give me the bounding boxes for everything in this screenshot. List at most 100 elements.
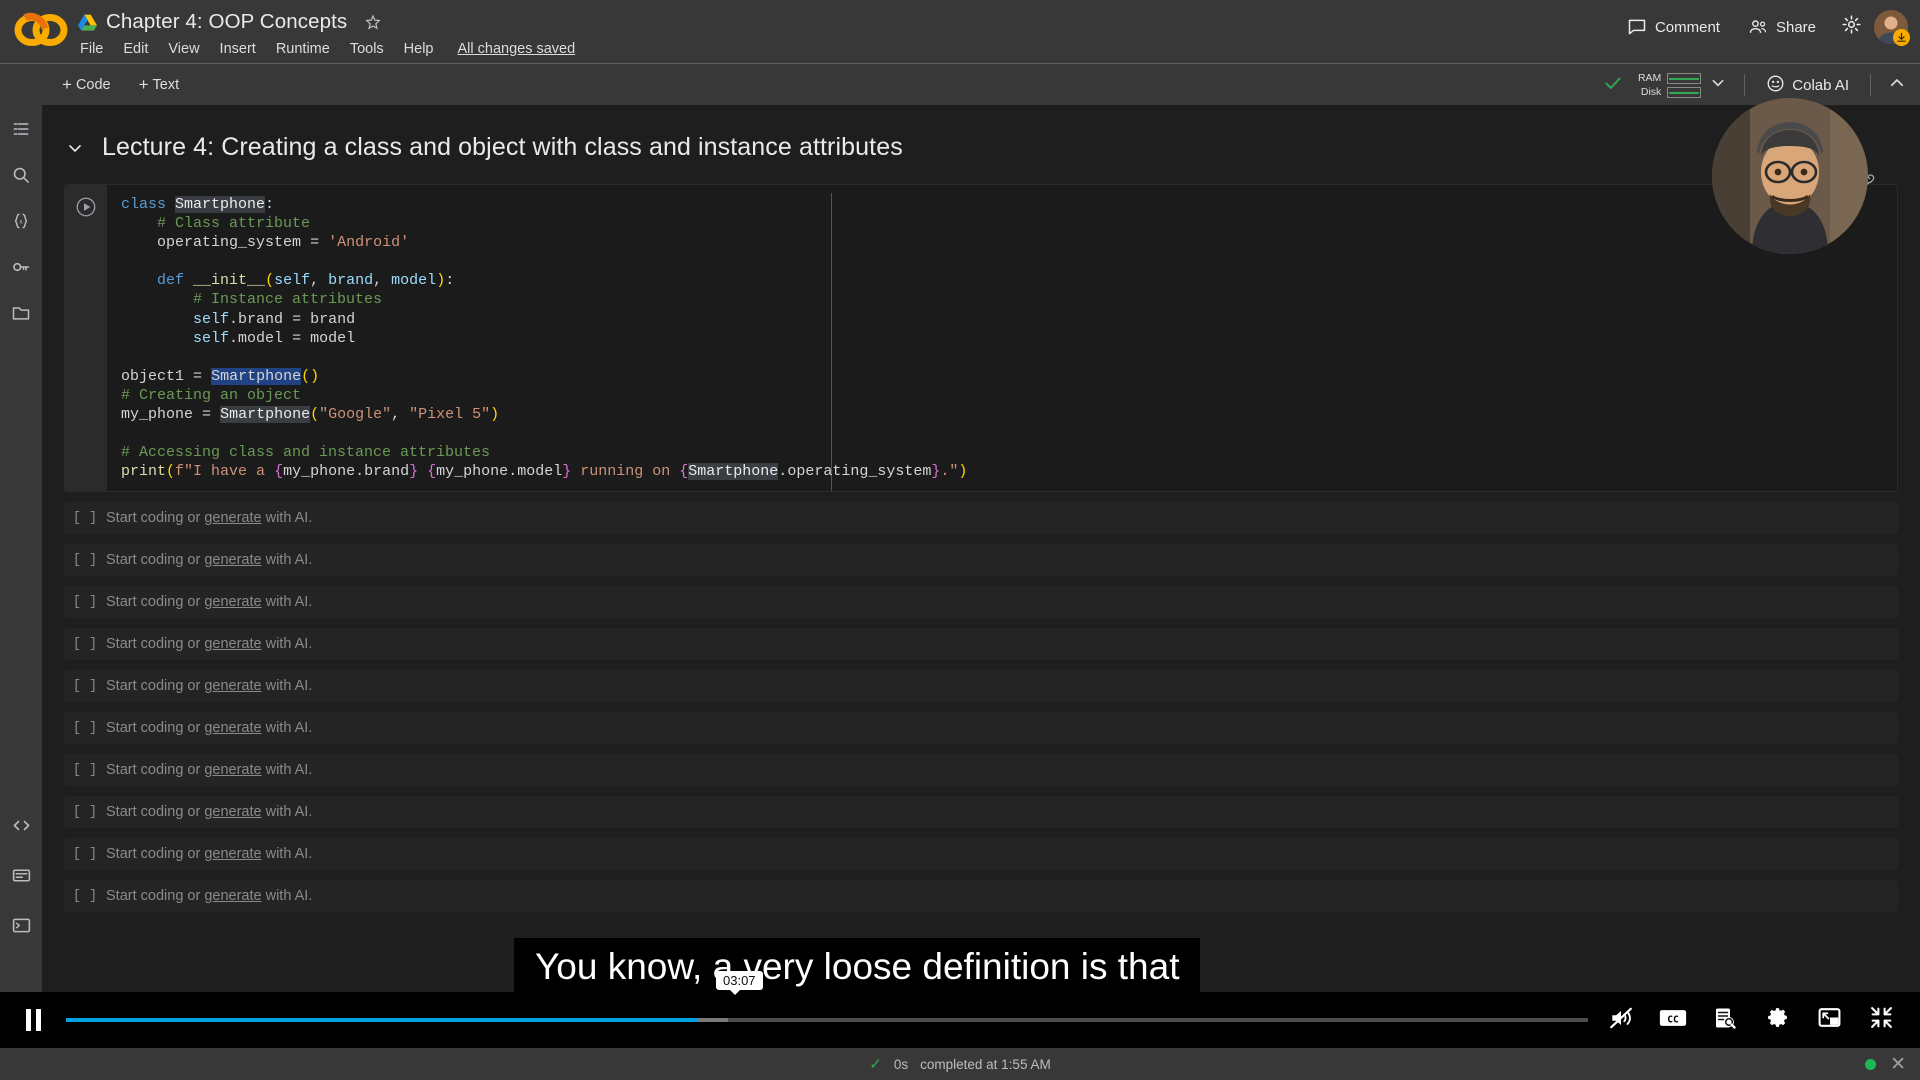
- add-code-cell-button[interactable]: + Code: [52, 72, 121, 97]
- resource-meters[interactable]: RAM Disk: [1635, 72, 1702, 98]
- empty-code-cell[interactable]: [ ] Start coding or generate with AI.: [64, 544, 1898, 576]
- menu-tools[interactable]: Tools: [340, 38, 394, 60]
- divider: [1744, 74, 1746, 96]
- code-editor[interactable]: class Smartphone: # Class attribute oper…: [107, 195, 1897, 491]
- divider: [1870, 74, 1871, 96]
- gear-icon: [1765, 1005, 1790, 1035]
- empty-code-cell[interactable]: [ ] Start coding or generate with AI.: [64, 754, 1898, 786]
- generate-with-ai-link[interactable]: generate: [204, 804, 261, 820]
- sidebar-item-command-palette[interactable]: [9, 866, 33, 890]
- code-snippets-icon: [11, 815, 32, 841]
- sidebar-item-variables[interactable]: x: [9, 211, 33, 235]
- sidebar-item-toc[interactable]: [9, 119, 33, 143]
- pause-button[interactable]: [0, 992, 66, 1048]
- sidebar-item-secrets[interactable]: [9, 257, 33, 281]
- generate-with-ai-link[interactable]: generate: [204, 762, 261, 778]
- mute-volume-off-icon: [1608, 1005, 1634, 1036]
- document-title-row: Chapter 4: OOP Concepts: [78, 6, 382, 38]
- svg-text:x: x: [19, 219, 23, 225]
- empty-code-cell[interactable]: [ ] Start coding or generate with AI.: [64, 838, 1898, 870]
- table-of-contents-icon: [11, 119, 31, 144]
- menu-view[interactable]: View: [158, 38, 209, 60]
- title-bar: Chapter 4: OOP Concepts File Edit View I…: [0, 0, 1920, 63]
- menu-insert[interactable]: Insert: [210, 38, 266, 60]
- collapse-toolbar-button[interactable]: [1882, 70, 1912, 100]
- empty-code-cell[interactable]: [ ] Start coding or generate with AI.: [64, 796, 1898, 828]
- add-code-label: Code: [75, 76, 111, 93]
- menu-runtime[interactable]: Runtime: [266, 38, 340, 60]
- mute-toggle-button[interactable]: [1606, 1005, 1636, 1035]
- seek-bar[interactable]: 03:07: [66, 971, 1606, 1048]
- add-text-cell-button[interactable]: + Text: [129, 72, 190, 97]
- code-cell[interactable]: class Smartphone: # Class attribute oper…: [64, 174, 1898, 492]
- empty-cell-placeholder: Start coding or generate with AI.: [106, 804, 312, 820]
- empty-code-cell[interactable]: [ ] Start coding or generate with AI.: [64, 586, 1898, 618]
- disk-meter: Disk: [1635, 86, 1702, 98]
- menu-help[interactable]: Help: [394, 38, 444, 60]
- menu-edit[interactable]: Edit: [113, 38, 158, 60]
- share-people-icon: [1748, 17, 1768, 37]
- save-status[interactable]: All changes saved: [458, 41, 576, 57]
- close-x-icon[interactable]: ✕: [1890, 1053, 1906, 1076]
- page-title[interactable]: Chapter 4: OOP Concepts: [106, 10, 347, 34]
- progress-track[interactable]: [66, 1018, 1588, 1022]
- empty-cell-placeholder: Start coding or generate with AI.: [106, 510, 312, 526]
- generate-with-ai-link[interactable]: generate: [204, 846, 261, 862]
- generate-with-ai-link[interactable]: generate: [204, 678, 261, 694]
- picture-in-picture-icon: [1817, 1005, 1842, 1035]
- placeholder-suffix: with AI.: [261, 510, 313, 526]
- resource-dropdown-button[interactable]: [1703, 70, 1733, 100]
- empty-cell-list: [ ] Start coding or generate with AI. [ ] S…: [42, 502, 1920, 912]
- video-player-controls: 03:07 CC: [0, 971, 1920, 1048]
- closed-captions-cc-icon: CC: [1659, 1007, 1687, 1034]
- notebook-canvas: Lecture 4: Creating a class and object w…: [42, 105, 1920, 1065]
- empty-code-cell[interactable]: [ ] Start coding or generate with AI.: [64, 502, 1898, 534]
- chevron-down-icon: [1710, 75, 1726, 96]
- captions-toggle-button[interactable]: CC: [1658, 1005, 1688, 1035]
- cell-execution-index: [ ]: [72, 594, 98, 610]
- empty-cell-placeholder: Start coding or generate with AI.: [106, 762, 312, 778]
- empty-code-cell[interactable]: [ ] Start coding or generate with AI.: [64, 880, 1898, 912]
- cell-execution-index: [ ]: [72, 846, 98, 862]
- generate-with-ai-link[interactable]: generate: [204, 552, 261, 568]
- video-settings-button[interactable]: [1762, 1005, 1792, 1035]
- webcam-bubble[interactable]: [1712, 98, 1868, 254]
- empty-code-cell[interactable]: [ ] Start coding or generate with AI.: [64, 670, 1898, 702]
- empty-cell-placeholder: Start coding or generate with AI.: [106, 678, 312, 694]
- sidebar-item-terminal[interactable]: [9, 916, 33, 940]
- generate-with-ai-link[interactable]: generate: [204, 888, 261, 904]
- star-outline-icon[interactable]: [364, 13, 382, 31]
- placeholder-suffix: with AI.: [261, 720, 313, 736]
- status-bar-right: ✕: [1865, 1053, 1906, 1076]
- files-folder-icon: [11, 303, 31, 328]
- comment-button[interactable]: Comment: [1615, 10, 1732, 44]
- run-cell-play-icon[interactable]: [74, 195, 98, 219]
- generate-with-ai-link[interactable]: generate: [204, 720, 261, 736]
- cell-gutter: [65, 185, 107, 491]
- settings-button[interactable]: [1832, 8, 1870, 46]
- ram-bar: [1667, 72, 1702, 84]
- avatar[interactable]: [1874, 10, 1910, 46]
- menu-file[interactable]: File: [70, 38, 113, 60]
- generate-with-ai-link[interactable]: generate: [204, 510, 261, 526]
- gear-icon: [1841, 14, 1862, 40]
- command-palette-icon: [11, 865, 32, 891]
- share-button[interactable]: Share: [1736, 10, 1828, 44]
- sidebar-item-find-replace[interactable]: [9, 165, 33, 189]
- generate-with-ai-link[interactable]: generate: [204, 636, 261, 652]
- connected-checkmark-icon[interactable]: [1593, 73, 1633, 98]
- transcript-button[interactable]: [1710, 1005, 1740, 1035]
- picture-in-picture-button[interactable]: [1814, 1005, 1844, 1035]
- empty-code-cell[interactable]: [ ] Start coding or generate with AI.: [64, 712, 1898, 744]
- download-badge-icon: [1893, 29, 1910, 46]
- sidebar-item-files[interactable]: [9, 303, 33, 327]
- generate-with-ai-link[interactable]: generate: [204, 594, 261, 610]
- execution-completed-text: completed at 1:55 AM: [920, 1056, 1051, 1072]
- colab-logo-icon[interactable]: [14, 10, 70, 50]
- placeholder-prefix: Start coding or: [106, 762, 205, 778]
- sidebar-item-code-snippets[interactable]: [9, 816, 33, 840]
- chevron-down-icon[interactable]: [64, 137, 86, 159]
- empty-code-cell[interactable]: [ ] Start coding or generate with AI.: [64, 628, 1898, 660]
- colab-ai-button[interactable]: Colab AI: [1756, 69, 1859, 102]
- exit-fullscreen-button[interactable]: [1866, 1005, 1896, 1035]
